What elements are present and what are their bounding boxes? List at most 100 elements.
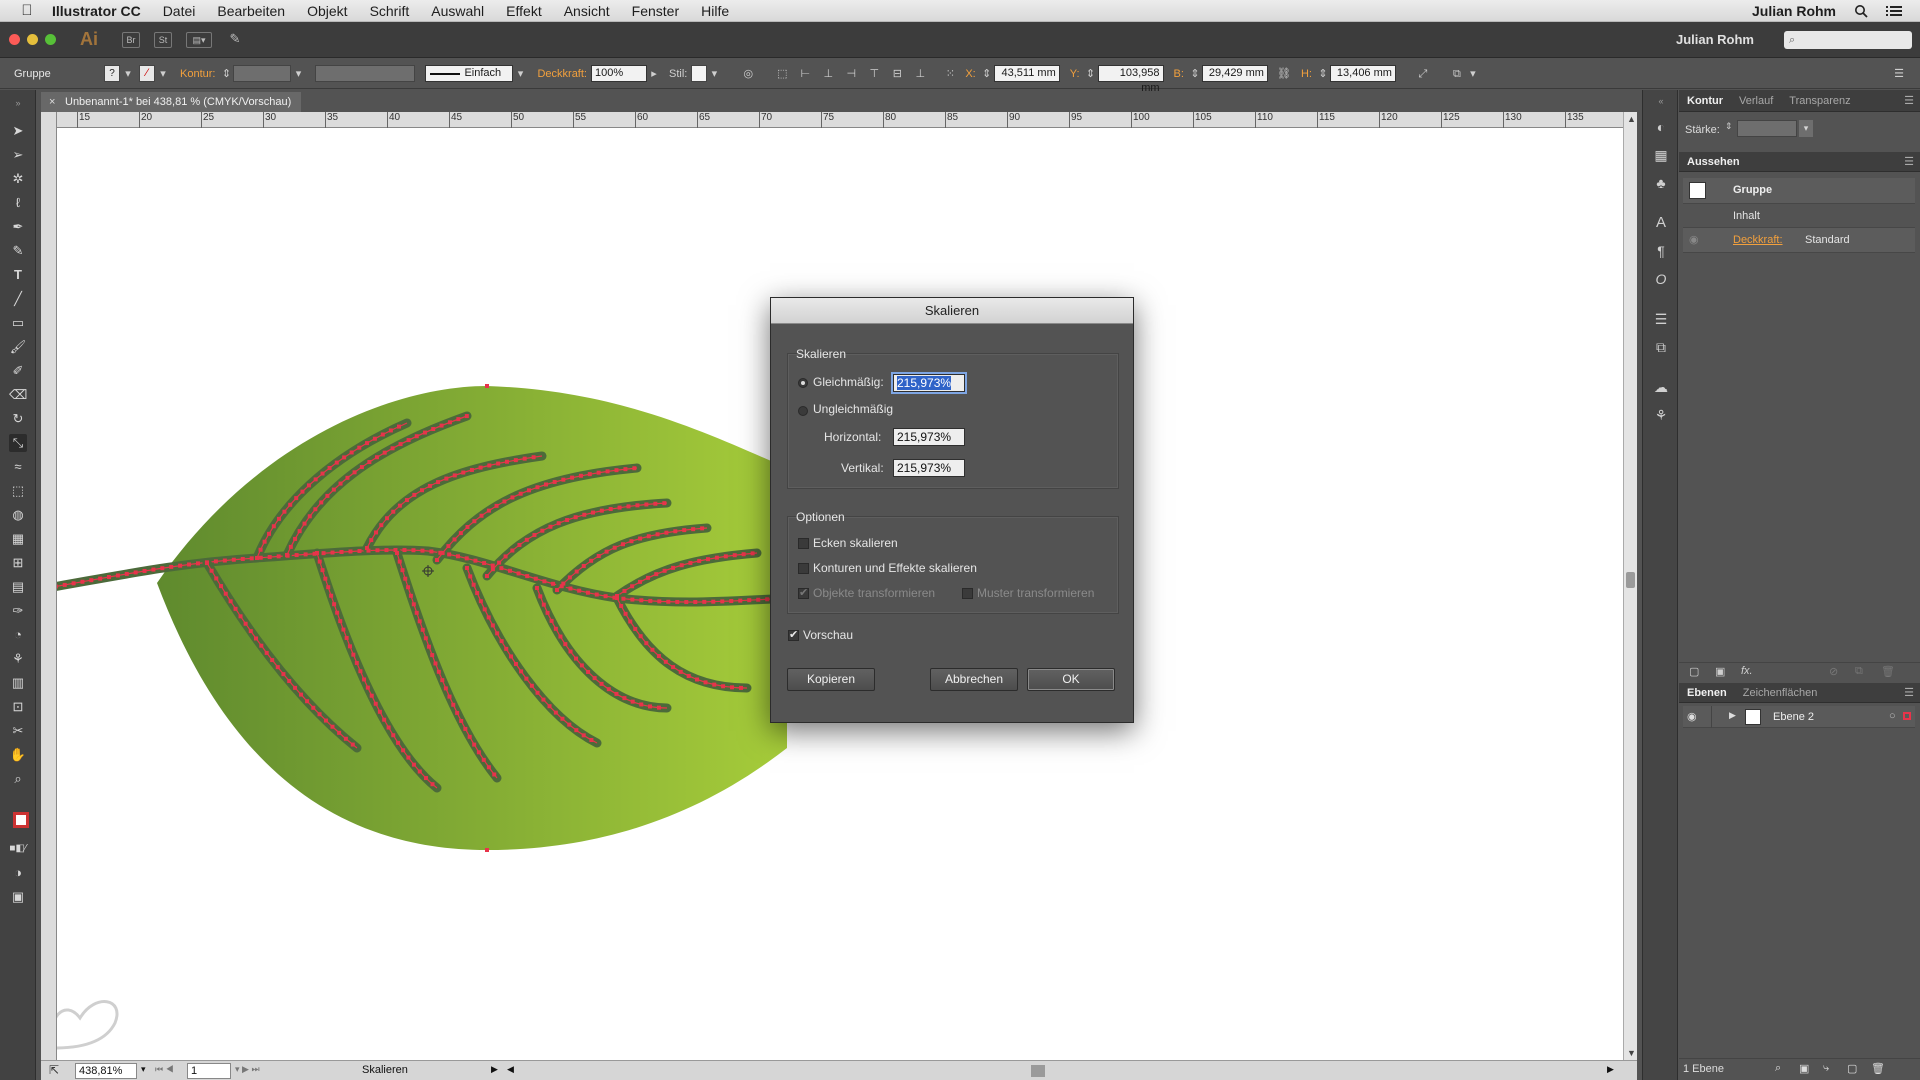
horizontal-scale-input[interactable]: 215,973%: [893, 428, 965, 446]
opacity-label[interactable]: Deckkraft:: [537, 68, 587, 80]
search-stock-input[interactable]: ⌕: [1784, 30, 1912, 49]
arrange-documents-icon[interactable]: ▤▾: [186, 31, 212, 48]
stroke-panel-menu-icon[interactable]: ☰: [1904, 94, 1914, 107]
menu-hilfe[interactable]: Hilfe: [690, 3, 740, 19]
artboard-tool-icon[interactable]: ⊡: [9, 698, 27, 716]
zoom-dropdown-icon[interactable]: ▾: [141, 1064, 146, 1075]
uniform-radio[interactable]: [798, 378, 808, 388]
horizontal-ruler[interactable]: 15 20 25 30 35 40 45 50 55 60 65 70 75 80 85 90 95 100 105…: [57, 112, 1623, 128]
paragraph-icon[interactable]: ¶: [1652, 242, 1670, 260]
scale-strokes-label[interactable]: Konturen und Effekte skalieren: [813, 561, 977, 575]
asset-export-icon[interactable]: ⚘: [1652, 406, 1670, 424]
uniform-label[interactable]: Gleichmäßig:: [813, 375, 884, 389]
brush-style-field[interactable]: Einfach: [425, 65, 514, 82]
hscroll-right-icon[interactable]: ▶: [1607, 1064, 1614, 1075]
recolor-artwork-icon[interactable]: ◎: [741, 67, 755, 81]
paintbrush-tool-icon[interactable]: 🖌: [9, 338, 27, 356]
eyedropper-tool-icon[interactable]: ✑: [9, 602, 27, 620]
width-field[interactable]: 29,429 mm: [1201, 65, 1268, 82]
transform-patterns-checkbox[interactable]: [962, 588, 973, 599]
fill-stroke-swatches-icon[interactable]: [9, 808, 29, 828]
stroke-swatch[interactable]: ⁄: [139, 65, 155, 82]
close-document-icon[interactable]: ×: [49, 92, 55, 112]
align-center-h-icon[interactable]: ⊥: [821, 67, 835, 81]
layer-row[interactable]: ◉ ▶ Ebene 2 ○: [1683, 706, 1915, 728]
appearance-opacity-link[interactable]: Deckkraft:: [1733, 234, 1783, 246]
align-middle-icon[interactable]: ⊟: [890, 67, 904, 81]
x-position-field[interactable]: 43,511 mm: [993, 65, 1060, 82]
locate-object-icon[interactable]: ⌕: [1775, 1062, 1781, 1075]
graphic-style-dropdown-icon[interactable]: ▾: [707, 67, 721, 81]
strip-collapse-icon[interactable]: «: [1652, 92, 1670, 110]
uniform-scale-input[interactable]: 215,973%: [893, 374, 965, 392]
opentype-icon[interactable]: O: [1652, 270, 1670, 288]
nonuniform-radio[interactable]: [798, 406, 808, 416]
stroke-stepper-icon[interactable]: ⇕: [219, 67, 233, 81]
preview-label[interactable]: Vorschau: [803, 628, 853, 642]
visibility-eye-icon[interactable]: ◉: [1689, 233, 1699, 246]
mesh-tool-icon[interactable]: ⊞: [9, 554, 27, 572]
scroll-down-icon[interactable]: ▼: [1627, 1048, 1636, 1058]
y-position-field[interactable]: 103,958 mm: [1097, 65, 1164, 94]
pathfinder-icon[interactable]: ⧉: [1652, 338, 1670, 356]
constrain-proportions-icon[interactable]: ⛓: [1277, 67, 1291, 81]
free-transform-tool-icon[interactable]: ⬚: [9, 482, 27, 500]
symbol-sprayer-tool-icon[interactable]: ⚘: [9, 650, 27, 668]
leaf-shape[interactable]: [157, 386, 787, 850]
eraser-tool-icon[interactable]: ⌫: [9, 386, 27, 404]
scale-corners-label[interactable]: Ecken skalieren: [813, 536, 898, 550]
align-left-icon[interactable]: ⊢: [798, 67, 812, 81]
nonuniform-label[interactable]: Ungleichmäßig: [813, 402, 893, 416]
cancel-button[interactable]: Abbrechen: [930, 668, 1018, 691]
pen-tool-icon[interactable]: ✒: [9, 218, 27, 236]
close-window-icon[interactable]: [9, 34, 20, 45]
width-stepper-icon[interactable]: ⇕: [1188, 67, 1202, 81]
isolate-group-icon[interactable]: ⧉: [1450, 67, 1464, 81]
height-field[interactable]: 13,406 mm: [1329, 65, 1396, 82]
column-graph-tool-icon[interactable]: ▥: [9, 674, 27, 692]
notification-list-icon[interactable]: [1886, 5, 1902, 17]
width-tool-icon[interactable]: ≈: [9, 458, 27, 476]
stroke-dropdown-icon[interactable]: ▾: [156, 67, 170, 81]
stock-button[interactable]: St: [154, 31, 172, 48]
rectangle-tool-icon[interactable]: ▭: [9, 314, 27, 332]
scale-strokes-checkbox[interactable]: [798, 563, 809, 574]
gradient-tool-icon[interactable]: ▤: [9, 578, 27, 596]
delete-item-icon[interactable]: 🗑: [1881, 665, 1895, 678]
add-fill-icon[interactable]: ▣: [1715, 665, 1725, 678]
symbols-icon[interactable]: ♣: [1652, 174, 1670, 192]
height-stepper-icon[interactable]: ⇕: [1316, 67, 1330, 81]
scale-tool-icon[interactable]: ⤡: [9, 434, 27, 452]
clear-appearance-icon[interactable]: ⊘: [1829, 665, 1838, 678]
character-icon[interactable]: A: [1652, 214, 1670, 232]
direct-selection-tool-icon[interactable]: ➢: [9, 146, 27, 164]
perspective-grid-tool-icon[interactable]: ▦: [9, 530, 27, 548]
selection-tool-icon[interactable]: ➤: [9, 122, 27, 140]
variable-width-field[interactable]: [315, 65, 416, 82]
export-icon[interactable]: ⇱: [49, 1063, 59, 1077]
hscroll-left-icon[interactable]: ◀: [507, 1064, 514, 1075]
menu-datei[interactable]: Datei: [152, 3, 207, 19]
artboard-number-field[interactable]: 1: [187, 1063, 231, 1079]
y-stepper-icon[interactable]: ⇕: [1084, 67, 1098, 81]
artboard-nav-first-icon[interactable]: ⏮ ◀: [155, 1064, 174, 1075]
stroke-weight-field[interactable]: [233, 65, 292, 82]
workspace-user[interactable]: Julian Rohm: [1676, 32, 1754, 47]
add-effect-icon[interactable]: fx.: [1741, 665, 1753, 677]
dialog-title[interactable]: Skalieren: [771, 298, 1133, 324]
vertical-scroll-thumb[interactable]: [1626, 572, 1635, 588]
ok-button[interactable]: OK: [1027, 668, 1115, 691]
type-tool-icon[interactable]: T: [9, 266, 27, 284]
stroke-weight-dropdown-icon[interactable]: ▾: [1799, 120, 1813, 137]
fill-swatch[interactable]: ?: [104, 65, 120, 82]
rotate-tool-icon[interactable]: ↻: [9, 410, 27, 428]
bridge-button[interactable]: Br: [122, 31, 140, 48]
appearance-title[interactable]: Aussehen: [1679, 156, 1748, 168]
stroke-weight-stepper-icon[interactable]: ⇕: [1725, 121, 1733, 132]
appearance-row-group[interactable]: Gruppe: [1683, 178, 1915, 204]
tab-zeichenflaechen[interactable]: Zeichenflächen: [1735, 687, 1826, 699]
vertical-ruler[interactable]: [41, 112, 57, 1060]
slice-tool-icon[interactable]: ✂: [9, 722, 27, 740]
opacity-arrow-icon[interactable]: ▸: [647, 67, 661, 81]
hand-tool-icon[interactable]: ✋: [9, 746, 27, 764]
